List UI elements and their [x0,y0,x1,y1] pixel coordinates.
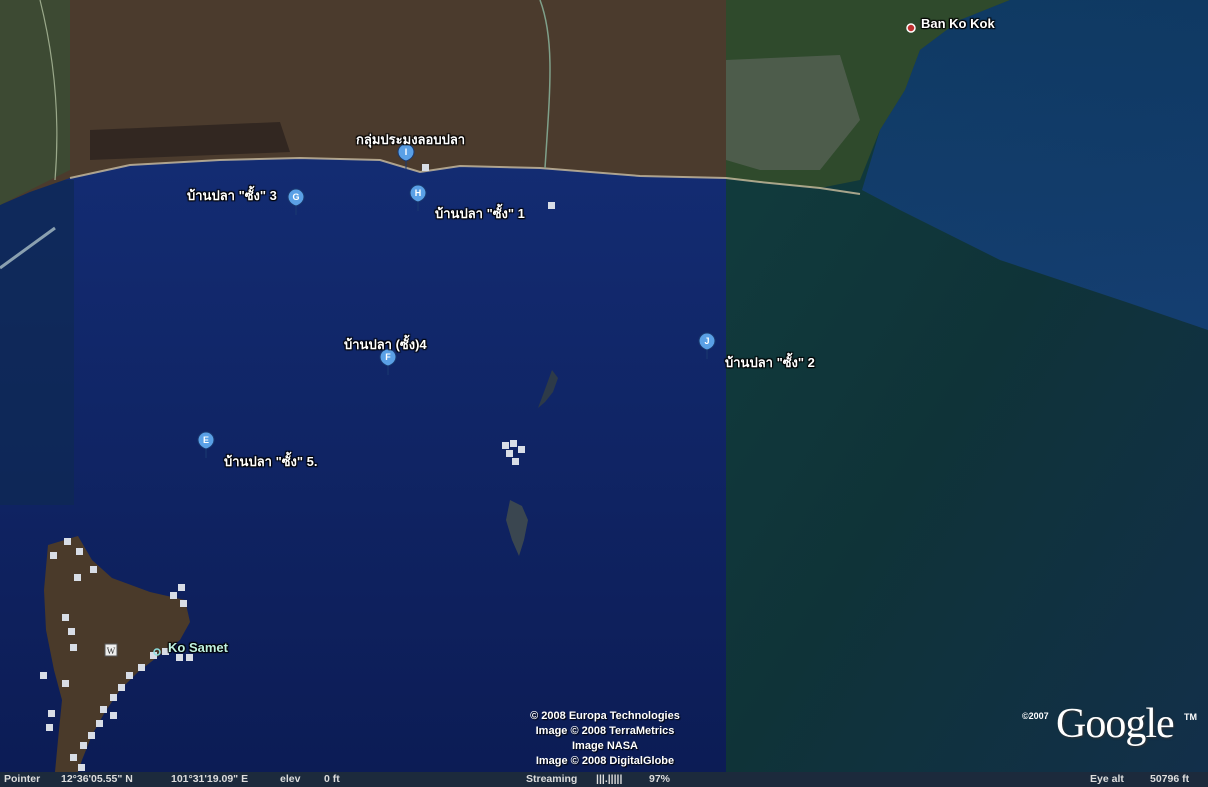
marker-e-label: บ้านปลา "ซั้ง" 5. [224,454,318,469]
elevation-value: 0 ft [324,773,340,785]
marker-h-pin-icon[interactable]: H [409,184,427,212]
pointer-label: Pointer [4,773,41,785]
status-bar: Pointer 12°36'05.55" N 101°31'19.09" E e… [0,772,1208,787]
eye-alt-value: 50796 ft [1150,773,1190,785]
marker-i-label: กลุ่มประมงลอบปลา [356,132,466,147]
svg-text:H: H [415,188,422,198]
marker-f-label: บ้านปลา (ซั้ง)4 [344,337,427,352]
elevation-label: elev [280,773,301,785]
marker-g-label: บ้านปลา "ซั้ง" 3 [187,188,277,203]
google-logo: Google [1056,701,1175,747]
pointer-latitude: 12°36'05.55" N [61,773,133,785]
attribution-line: © 2008 Europa Technologies [530,710,680,722]
attribution-line: Image © 2008 DigitalGlobe [535,755,675,767]
marker-e-pin-icon[interactable]: E [197,431,215,459]
marker-g-pin-icon[interactable]: G [287,188,305,216]
eye-alt-label: Eye alt [1090,773,1124,785]
svg-text:W: W [107,646,116,656]
sea-dark-tile [0,180,74,505]
marker-j-pin-icon[interactable]: J [698,332,716,360]
place-label-ban-ko-kok[interactable]: Ban Ko Kok [921,16,995,31]
attribution-line: Image NASA [571,740,639,752]
place-label-ko-samet[interactable]: Ko Samet [168,640,228,655]
imagery-attribution: © 2008 Europa Technologies Image © 2008 … [470,709,740,769]
google-tm: TM [1184,712,1197,722]
streaming-progress-bar: |||.||||| [596,773,623,785]
pointer-longitude: 101°31'19.09" E [171,773,249,785]
attribution-line: Image © 2008 TerraMetrics [535,725,675,737]
streaming-percent: 97% [649,773,671,785]
marker-h-label: บ้านปลา "ซั้ง" 1 [435,206,525,221]
mainland-green-west [0,0,70,205]
ban-ko-kok-dot[interactable] [906,23,916,33]
google-copyright: ©2007 [1022,711,1049,721]
marker-j-label: บ้านปลา "ซั้ง" 2 [725,355,815,370]
svg-text:E: E [203,435,209,445]
satellite-map[interactable]: W [0,0,1208,772]
svg-text:G: G [292,192,299,202]
streaming-label: Streaming [526,773,578,785]
svg-text:J: J [704,336,709,346]
